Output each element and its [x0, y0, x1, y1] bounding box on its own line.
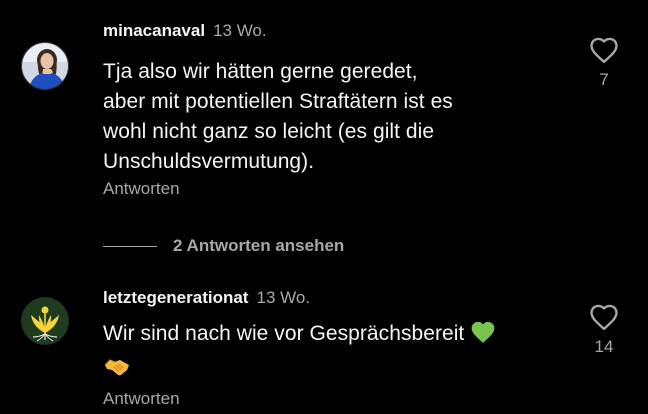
like-control: 7	[582, 36, 626, 90]
comment-text-content: Wir sind nach wie vor Gesprächsbereit	[103, 322, 465, 345]
comment-meta: minacanaval 13 Wo.	[103, 21, 267, 41]
heart-outline-icon[interactable]	[589, 36, 619, 64]
comment-text-line: Unschuldsvermutung).	[103, 150, 315, 173]
comment-text-line: aber mit potentiellen Straftätern ist es	[103, 90, 453, 113]
like-count: 14	[594, 337, 614, 356]
comment-username[interactable]: minacanaval	[103, 21, 205, 40]
comment-text-line: Tja also wir hätten gerne geredet,	[103, 60, 418, 83]
comment-text: Wir sind nach wie vor Gesprächsbereit	[103, 319, 496, 383]
comment-time: 13 Wo.	[256, 288, 311, 307]
user-avatar-image	[21, 42, 69, 90]
comment-text-line: wohl nicht ganz so leicht (es gilt die	[103, 120, 435, 143]
dandelion-logo-icon	[21, 297, 69, 345]
view-replies-label: 2 Antworten ansehen	[173, 236, 345, 255]
reply-button[interactable]: Antworten	[103, 389, 180, 409]
comment-text: Tja also wir hätten gerne geredet, aber …	[103, 57, 453, 177]
avatar[interactable]	[21, 42, 69, 90]
comment-username[interactable]: letztegenerationat	[103, 288, 248, 307]
view-replies-button[interactable]: 2 Antworten ansehen	[103, 236, 344, 256]
heart-outline-icon[interactable]	[589, 303, 619, 331]
comment-text-line: Wir sind nach wie vor Gesprächsbereit	[103, 319, 496, 353]
comment-time: 13 Wo.	[213, 21, 267, 40]
like-count: 7	[599, 70, 609, 89]
comment-text-line	[103, 353, 496, 383]
green-heart-icon	[470, 320, 496, 353]
like-control: 14	[582, 303, 626, 357]
avatar[interactable]	[21, 297, 69, 345]
comment-meta: letztegenerationat 13 Wo.	[103, 288, 310, 308]
divider	[103, 245, 157, 247]
handshake-icon	[103, 356, 131, 387]
reply-button[interactable]: Antworten	[103, 179, 180, 199]
